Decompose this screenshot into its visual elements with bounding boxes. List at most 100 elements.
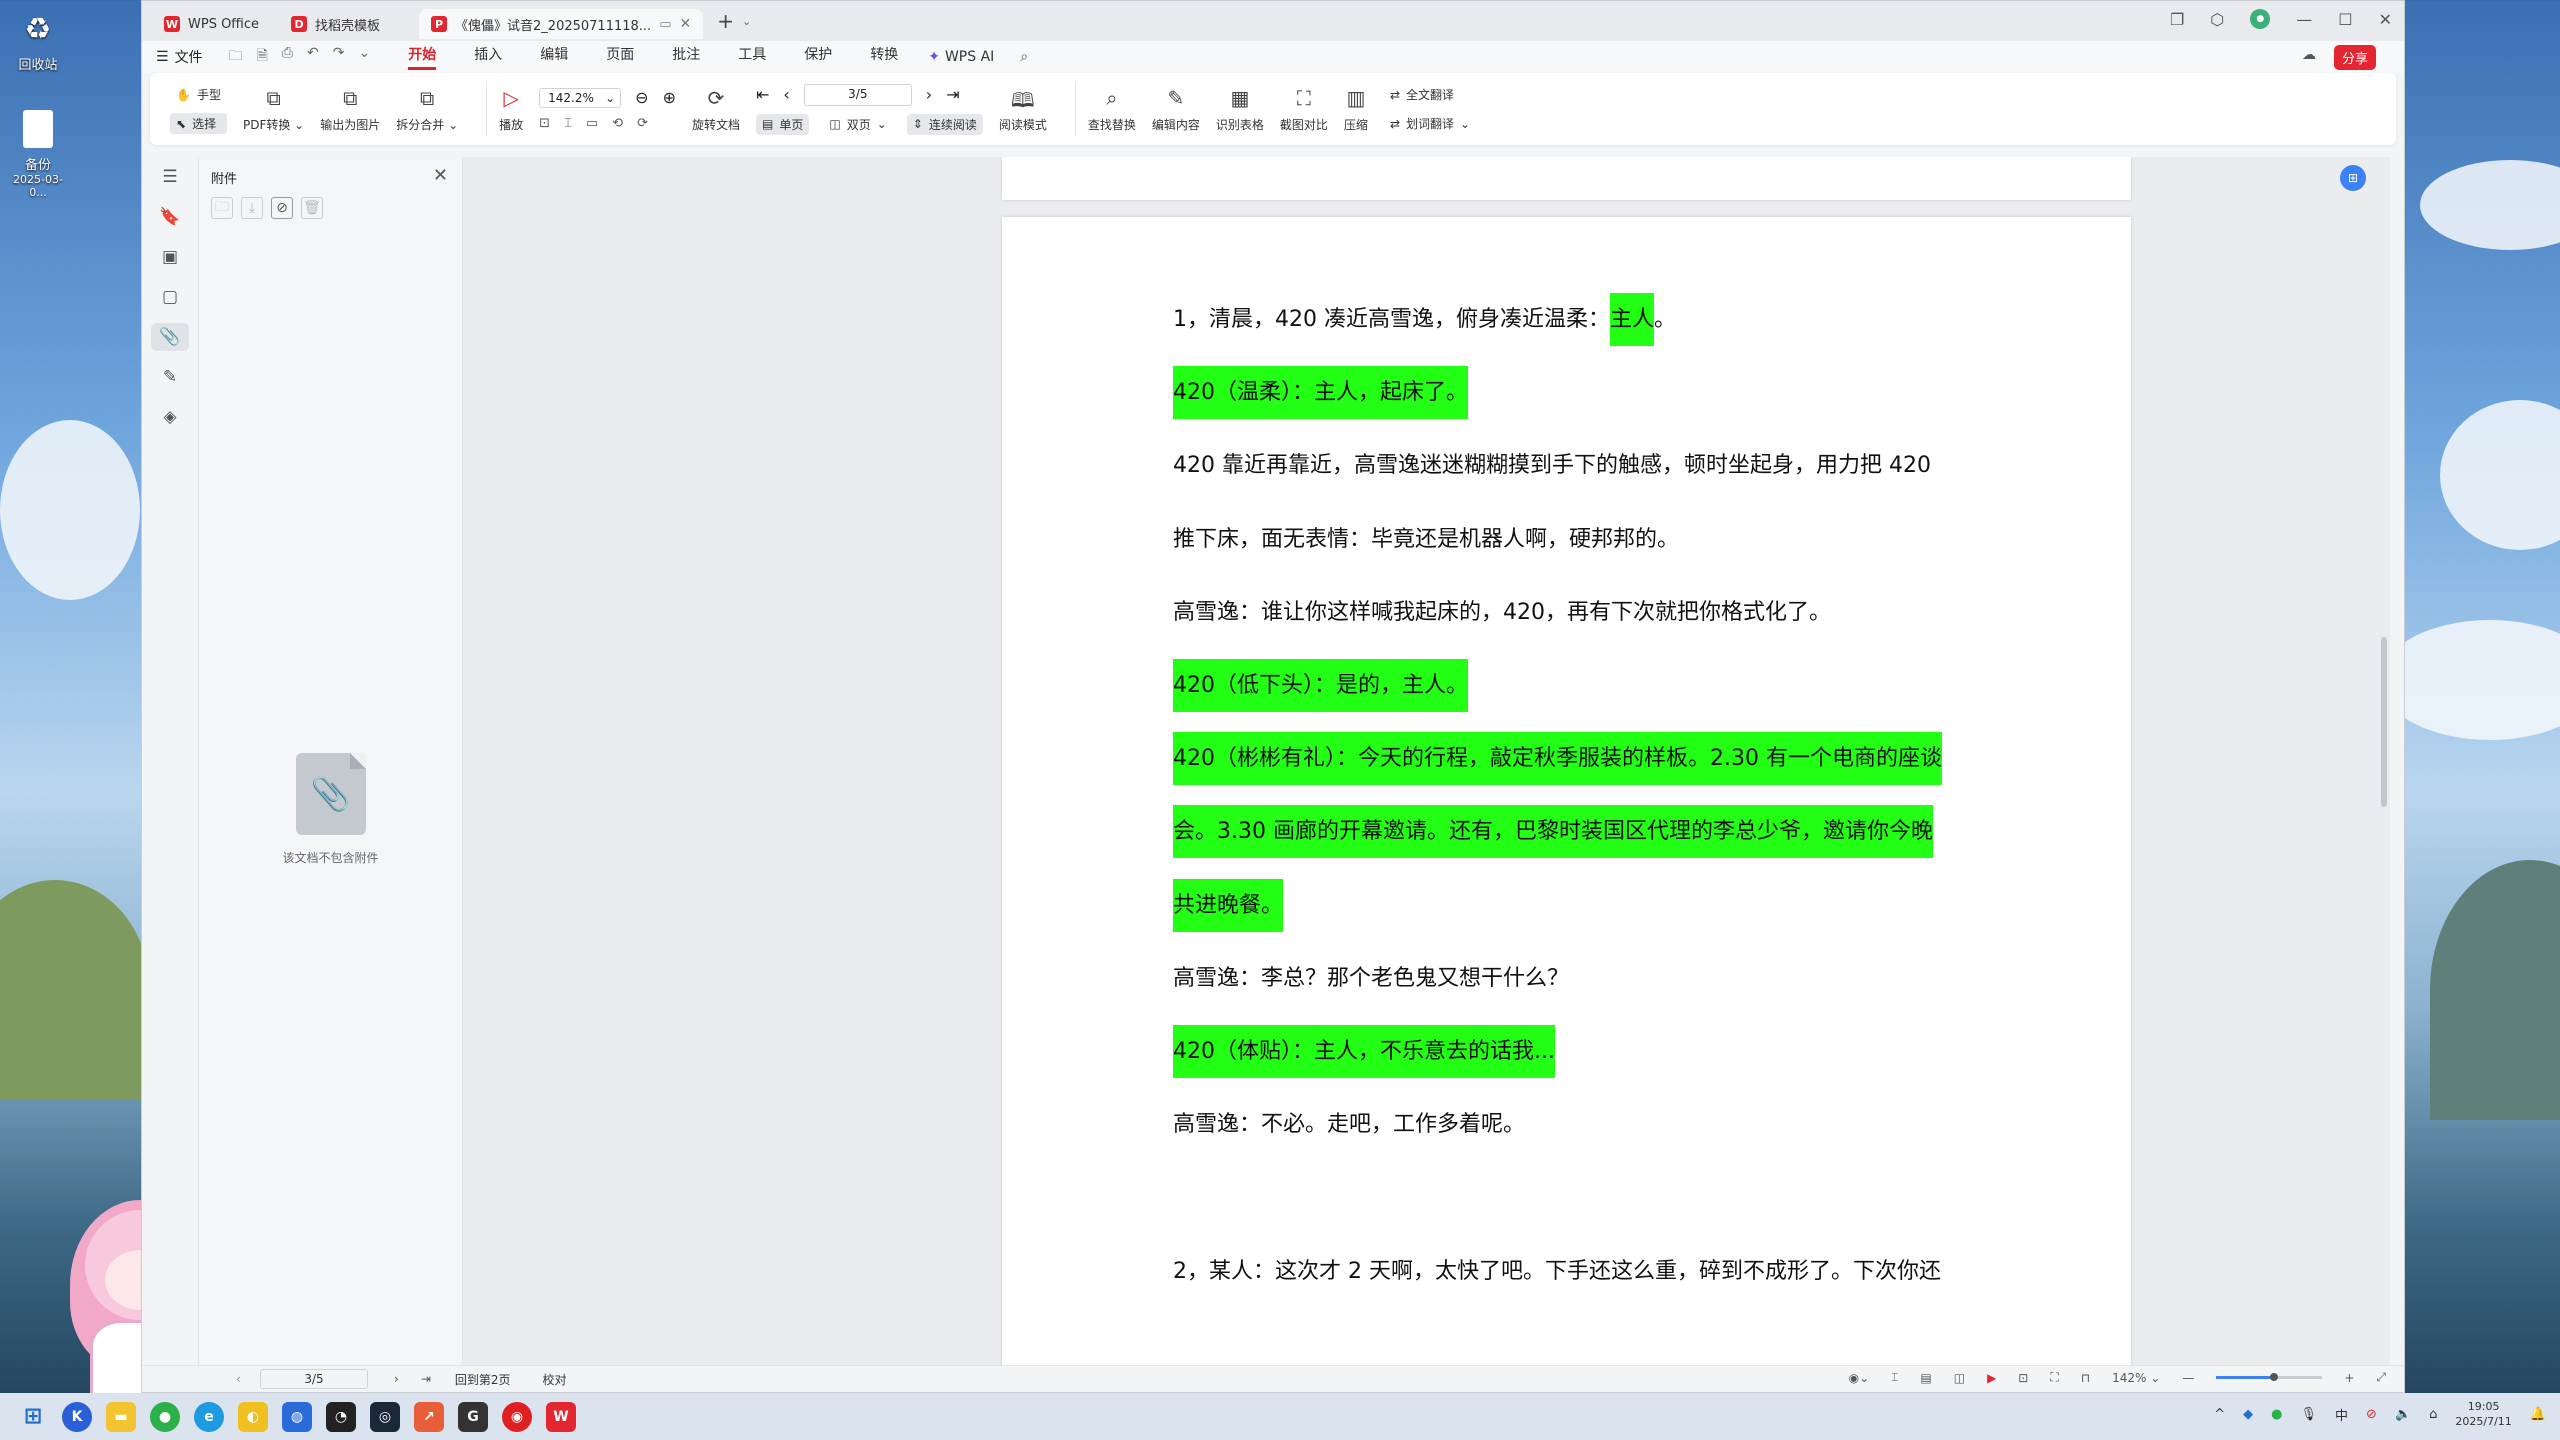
recycle-bin-desktop-icon[interactable]: ♻ 回收站 [8, 8, 68, 74]
actual-size-icon[interactable]: ⊡ [539, 116, 550, 131]
export-image-button[interactable]: ⧉ 输出为图片 [320, 86, 380, 133]
next-page-icon[interactable]: › [394, 1372, 399, 1386]
open-attachment-icon[interactable]: 🗀 [211, 197, 233, 219]
game-app-icon[interactable]: ◐ [238, 1401, 268, 1432]
qq-app-icon[interactable]: ◍ [282, 1401, 312, 1432]
menu-edit[interactable]: 编辑 [540, 44, 568, 70]
fit-icon[interactable]: ⌶ [1891, 1370, 1898, 1385]
double-page-button[interactable]: ◫ 双页 ⌄ [823, 114, 892, 135]
back-to-page-button[interactable]: 回到第2页 [455, 1371, 511, 1388]
restore-layout-icon[interactable]: ❐ [2170, 10, 2184, 29]
mascot-app-icon[interactable]: ◔ [326, 1401, 356, 1432]
prev-page-icon[interactable]: ‹ [236, 1372, 241, 1386]
antivirus-icon[interactable]: ⊘ [2366, 1407, 2377, 1422]
floating-tool-button[interactable]: ⊞ [2340, 165, 2366, 191]
undo-icon[interactable]: ↶ [307, 45, 319, 69]
k-app-icon[interactable]: K [62, 1401, 92, 1432]
close-icon[interactable]: ✕ [2379, 10, 2392, 29]
document-page[interactable]: 1，清晨，420 凑近高雪逸，俯身凑近温柔：主人。 420（温柔）：主人，起床了… [1002, 217, 2131, 1366]
first-page-icon[interactable]: ⇤ [756, 85, 769, 104]
close-tab-icon[interactable]: ✕ [679, 16, 691, 32]
minimize-icon[interactable]: — [2296, 10, 2312, 29]
print-icon[interactable]: ⎙ [282, 45, 293, 69]
double-page-icon[interactable]: ◫ [1954, 1371, 1965, 1385]
menu-comment[interactable]: 批注 [672, 44, 700, 70]
chevron-down-icon[interactable]: ⌄ [359, 45, 371, 69]
g-app-icon[interactable]: G [458, 1401, 488, 1432]
microphone-icon[interactable]: 🎙 [2301, 1407, 2318, 1422]
continuous-read-button[interactable]: ⇕ 连续阅读 [906, 113, 983, 135]
backup-desktop-icon[interactable]: 备份 2025-03-0... [8, 108, 68, 199]
new-tab-button[interactable]: + [717, 9, 734, 33]
volume-icon[interactable]: 🔈 [2395, 1407, 2411, 1422]
menu-convert[interactable]: 转换 [870, 44, 898, 70]
last-page-icon[interactable]: ⇥ [421, 1372, 431, 1386]
tab-docer[interactable]: D 找稻壳模板 [279, 9, 413, 39]
play-icon[interactable]: ▶ [1987, 1371, 1996, 1385]
windows-start-icon[interactable]: ⊞ [18, 1402, 48, 1432]
rotate-right-icon[interactable]: ⟳ [637, 116, 648, 131]
rotate-doc-button[interactable]: ⟳ 旋转文档 [692, 86, 740, 133]
single-page-icon[interactable]: ▤ [1920, 1371, 1931, 1385]
compress-button[interactable]: ▥ 压缩 [1344, 86, 1368, 133]
page-input[interactable]: 3/5 [803, 83, 912, 106]
comment-button[interactable]: ▢ [142, 277, 198, 317]
read-mode-button[interactable]: 🕮 阅读模式 [999, 86, 1047, 133]
zoom-out-icon[interactable]: ⊖ [635, 88, 648, 107]
eye-icon[interactable]: ◉⌄ [1849, 1371, 1870, 1385]
zoom-select[interactable]: 142.2% ⌄ [539, 87, 622, 108]
file-explorer-icon[interactable]: ▬ [106, 1401, 136, 1432]
document-area[interactable]: 1，清晨，420 凑近高雪逸，俯身凑近温柔：主人。 420（温柔）：主人，起床了… [463, 157, 2390, 1366]
menu-tools[interactable]: 工具 [738, 44, 766, 70]
menu-page[interactable]: 页面 [606, 44, 634, 70]
prev-page-icon[interactable]: ‹ [783, 85, 789, 104]
zoom-in-icon[interactable]: + [2344, 1371, 2354, 1385]
status-page-input[interactable]: 3/5 [260, 1369, 368, 1389]
single-page-button[interactable]: ▤ 单页 [755, 113, 810, 135]
pdf-convert-button[interactable]: ⧉ PDF转换 ⌄ [243, 86, 304, 133]
word-translate-button[interactable]: ⇄ 划词翻译 ⌄ [1384, 113, 1476, 134]
file-menu[interactable]: ☰ 文件 [156, 47, 203, 67]
edge-icon[interactable]: e [194, 1401, 224, 1432]
thumbnail-button[interactable]: ▣ [142, 237, 198, 277]
share-button[interactable]: 分享 [2333, 45, 2376, 70]
chevron-down-icon[interactable]: ⌄ [742, 15, 751, 28]
notification-icon[interactable]: 🔔 [2530, 1407, 2546, 1422]
tab-wps-office[interactable]: W WPS Office [152, 9, 271, 39]
input-method-icon[interactable]: 中 [2335, 1405, 2348, 1424]
menu-insert[interactable]: 插入 [474, 44, 502, 70]
redo-icon[interactable]: ↷ [333, 45, 345, 69]
add-attachment-icon[interactable]: ⊘ [271, 197, 293, 219]
proofread-button[interactable]: 校对 [543, 1371, 567, 1388]
clock[interactable]: 19:05 2025/7/11 [2455, 1399, 2511, 1429]
menu-protect[interactable]: 保护 [804, 44, 832, 70]
search-icon[interactable]: ⌕ [1020, 49, 1028, 65]
zoom-slider[interactable] [2216, 1373, 2323, 1381]
tray-app-icon[interactable]: ◆ [2243, 1407, 2253, 1422]
scroll-thumb[interactable] [2381, 637, 2387, 807]
vertical-scrollbar[interactable] [2378, 157, 2390, 1366]
attachment-button[interactable]: 📎 [142, 317, 198, 357]
play-button[interactable]: ▷ 播放 [499, 86, 523, 133]
status-zoom[interactable]: 142% ⌄ [2112, 1371, 2160, 1385]
hand-tool-button[interactable]: ✋ 手型 [170, 84, 227, 105]
zoom-out-icon[interactable]: — [2182, 1371, 2194, 1385]
cube-icon[interactable]: ⬡ [2210, 10, 2224, 29]
fit-page-icon[interactable]: ⌶ [564, 116, 572, 131]
signature-button[interactable]: ✎ [142, 357, 198, 397]
select-tool-button[interactable]: ⬉ 选择 [170, 113, 227, 134]
save-attachment-icon[interactable]: ⤓ [241, 197, 263, 219]
fullscreen-fit-icon[interactable]: ⛶ [2050, 1370, 2058, 1385]
split-merge-button[interactable]: ⧉ 拆分合并 ⌄ [396, 86, 458, 133]
network-icon[interactable]: ⌂ [2429, 1407, 2437, 1422]
fit-width-icon[interactable]: ⊡ [2018, 1371, 2028, 1385]
fit-width-icon[interactable]: ▭ [586, 116, 598, 131]
wechat-icon[interactable]: ● [150, 1401, 180, 1432]
cloud-sync-icon[interactable]: ☁ [2302, 47, 2316, 63]
menu-start[interactable]: 开始 [408, 44, 437, 70]
open-folder-icon[interactable]: 🗀 [229, 45, 243, 69]
tab-document[interactable]: P 《傀儡》试音2_20250711118... ▭ ✕ [419, 9, 704, 39]
rotate-left-icon[interactable]: ⟲ [612, 116, 623, 131]
bookmark-icon[interactable]: ⊓ [2081, 1371, 2090, 1385]
save-icon[interactable]: 🗎 [257, 45, 268, 69]
